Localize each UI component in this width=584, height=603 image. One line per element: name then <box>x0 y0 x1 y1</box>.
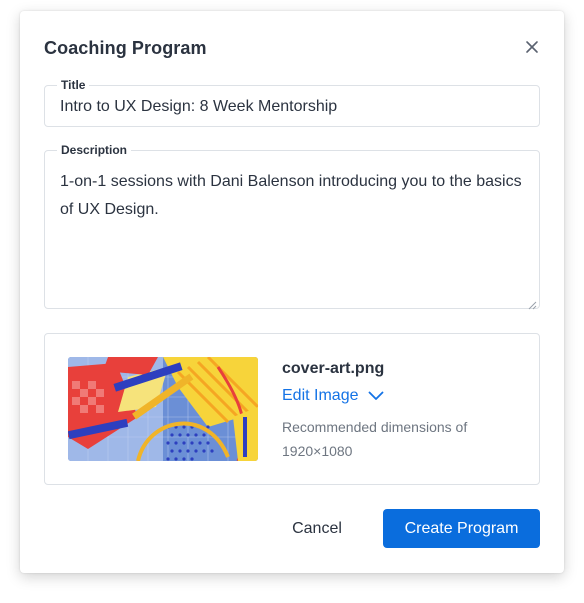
image-dimensions-hint: Recommended dimensions of 1920×1080 <box>282 419 468 459</box>
title-label: Title <box>57 78 90 92</box>
cancel-button[interactable]: Cancel <box>274 509 360 548</box>
close-icon[interactable] <box>524 39 540 55</box>
cover-image-card: cover-art.png Edit Image Recommended dim… <box>44 333 540 485</box>
title-field[interactable]: Title Intro to UX Design: 8 Week Mentors… <box>44 78 540 127</box>
dialog-title: Coaching Program <box>44 38 207 58</box>
chevron-down-icon <box>369 391 384 400</box>
title-input-value[interactable]: Intro to UX Design: 8 Week Mentorship <box>60 98 337 116</box>
create-program-button[interactable]: Create Program <box>383 509 540 548</box>
description-label: Description <box>57 143 132 157</box>
cover-art-thumbnail <box>68 357 258 461</box>
description-field[interactable]: Description 1-on-1 sessions with Dani Ba… <box>44 143 540 310</box>
coaching-program-dialog: Coaching Program Title Intro to UX Desig… <box>20 11 564 573</box>
resize-handle-icon[interactable] <box>528 297 537 310</box>
edit-image-label: Edit Image <box>282 387 359 404</box>
description-textarea-value[interactable]: 1-on-1 sessions with Dani Balenson intro… <box>60 168 530 224</box>
file-name: cover-art.png <box>282 360 385 377</box>
edit-image-button[interactable]: Edit Image <box>282 387 384 405</box>
